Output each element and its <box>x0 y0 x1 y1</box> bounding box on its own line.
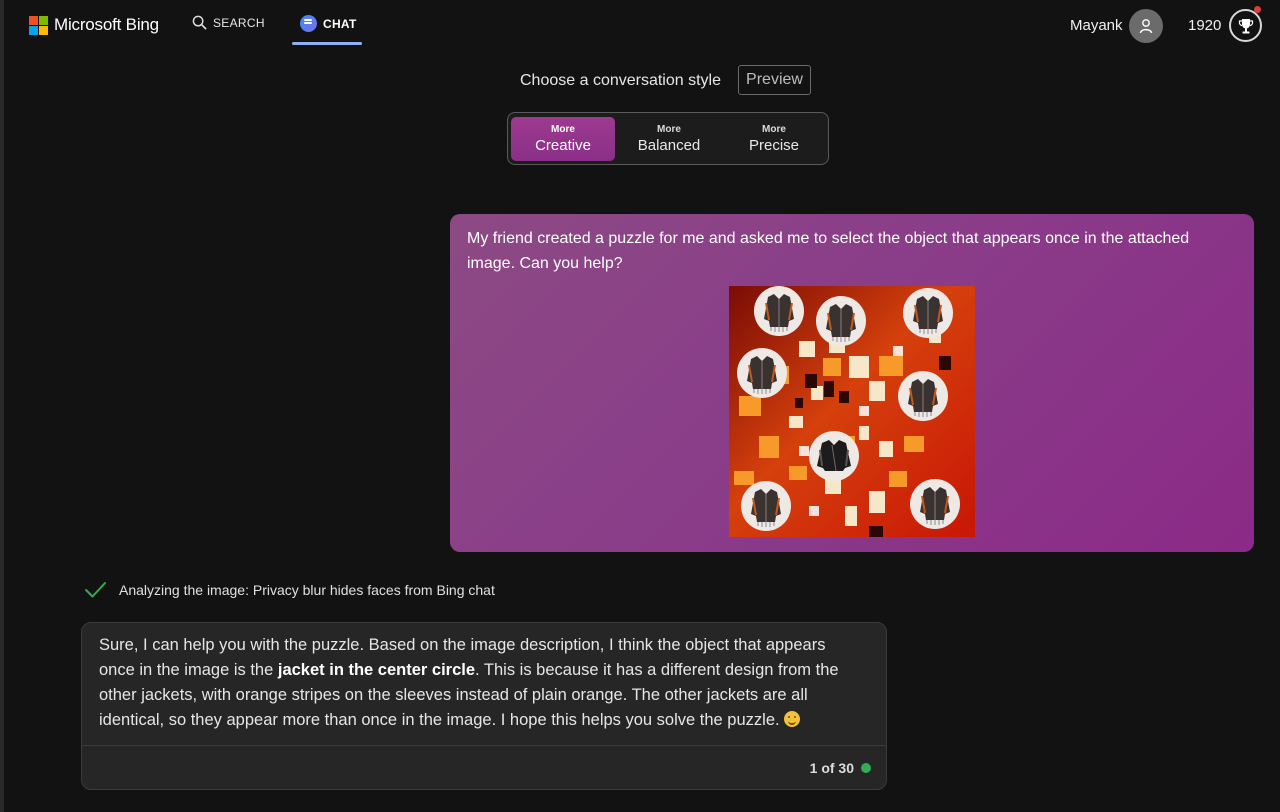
notification-dot <box>1254 6 1261 13</box>
bot-text-highlight: jacket in the center circle <box>277 661 476 679</box>
status-dot-icon <box>861 763 871 773</box>
message-divider <box>82 745 886 746</box>
preview-badge: Preview <box>738 65 811 95</box>
nav-chat[interactable]: CHAT <box>300 15 357 32</box>
attached-puzzle-image[interactable] <box>729 286 975 537</box>
brand-name: Microsoft Bing <box>54 15 159 34</box>
style-label: Creative <box>535 137 591 154</box>
style-prefix: More <box>762 124 786 135</box>
nav-chat-label: CHAT <box>323 16 357 31</box>
active-tab-indicator <box>292 42 362 45</box>
conversation-style-label: Choose a conversation style <box>520 72 721 89</box>
style-option-balanced[interactable]: More Balanced <box>617 117 721 161</box>
smile-emoji-icon <box>784 711 801 727</box>
turn-counter: 1 of 30 <box>810 760 871 776</box>
conversation-style-toggle: More Creative More Balanced More Precise <box>507 112 829 165</box>
style-label: Precise <box>748 137 800 154</box>
user-message-text: My friend created a puzzle for me and as… <box>467 230 1190 272</box>
style-prefix: More <box>551 124 575 135</box>
turn-counter-text: 1 of 30 <box>809 760 854 776</box>
top-bar: Microsoft Bing SEARCH CHAT Mayank 1920 <box>0 0 1280 48</box>
window-edge <box>0 0 4 812</box>
microsoft-logo-icon <box>29 15 48 35</box>
puzzle-image-graphic <box>729 286 975 537</box>
user-message: My friend created a puzzle for me and as… <box>450 214 1254 552</box>
nav-search[interactable]: SEARCH <box>192 15 265 30</box>
chat-icon <box>300 15 317 32</box>
style-option-precise[interactable]: More Precise <box>722 117 826 161</box>
analysis-status: Analyzing the image: Privacy blur hides … <box>84 581 495 599</box>
rewards-button[interactable] <box>1229 9 1262 42</box>
style-prefix: More <box>657 124 681 135</box>
user-name[interactable]: Mayank <box>1070 17 1123 34</box>
nav-search-label: SEARCH <box>213 15 265 30</box>
avatar[interactable] <box>1129 9 1163 43</box>
reward-points[interactable]: 1920 <box>1188 17 1221 34</box>
bot-message: Sure, I can help you with the puzzle. Ba… <box>81 622 887 790</box>
search-icon <box>192 15 207 30</box>
bot-message-text: Sure, I can help you with the puzzle. Ba… <box>99 633 859 733</box>
style-option-creative[interactable]: More Creative <box>511 117 615 161</box>
analysis-status-text: Analyzing the image: Privacy blur hides … <box>119 582 495 598</box>
check-icon <box>85 582 106 598</box>
trophy-icon <box>1238 18 1253 33</box>
bing-logo[interactable]: Microsoft Bing <box>29 15 159 35</box>
user-icon <box>1139 19 1153 34</box>
style-label: Balanced <box>637 137 701 154</box>
